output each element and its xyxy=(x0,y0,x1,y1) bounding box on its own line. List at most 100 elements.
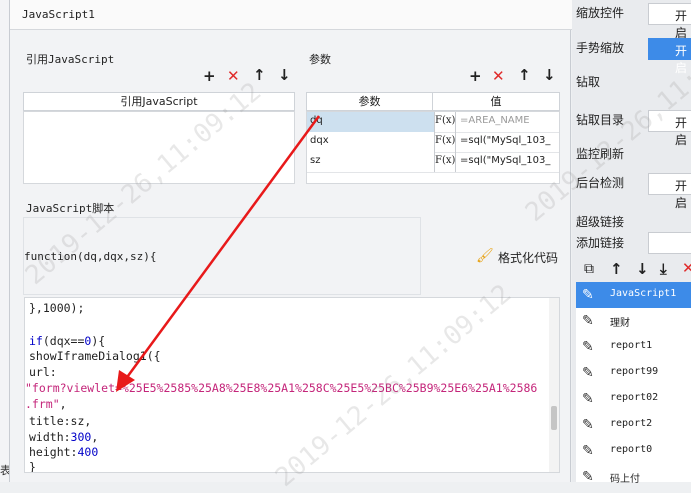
pencil-icon: ✎ xyxy=(582,443,594,459)
move-down-icon[interactable]: ↓ xyxy=(278,68,291,83)
dialog-titlebar: JavaScript1 xyxy=(10,0,572,30)
pencil-icon: ✎ xyxy=(582,469,594,485)
value-column-header: 值 xyxy=(432,92,560,111)
code-token: (dqx== xyxy=(42,334,85,348)
code-token: if xyxy=(29,334,43,348)
link-item[interactable]: ✎ report1 xyxy=(576,334,691,360)
code-line: },1000); xyxy=(29,301,84,315)
script-section-title: JavaScript脚本 xyxy=(26,202,115,215)
delete-icon[interactable]: ✕ xyxy=(227,69,240,84)
param-row[interactable]: dqx F(x) =sql("MySql_103_ xyxy=(307,132,559,153)
editor-scrollbar[interactable] xyxy=(549,298,559,472)
param-value-input[interactable]: =sql("MySql_103_ xyxy=(457,132,559,152)
code-token: title:sz, xyxy=(29,414,92,428)
code-line: if(dqx==0){ xyxy=(29,334,105,348)
code-line: url: xyxy=(29,365,57,379)
property-panel: 缩放控件 开启 手势缩放 开启 钻取 钻取目录 开启 监控刷新 后台检测 开启 … xyxy=(572,0,691,485)
code-line: .frm", xyxy=(25,397,67,411)
move-down-icon[interactable]: ↓ xyxy=(636,260,649,278)
link-item-label: 理财 xyxy=(610,318,630,329)
pencil-icon: ✎ xyxy=(582,287,594,303)
link-item[interactable]: ✎ 码上付 xyxy=(576,464,691,490)
code-token: } xyxy=(29,460,36,473)
code-token: width: xyxy=(29,430,71,444)
left-strip: 表 xyxy=(0,0,11,482)
ref-column-header: 引用JavaScript xyxy=(23,92,295,111)
formula-button[interactable]: F(x) xyxy=(434,132,456,152)
code-token: },1000); xyxy=(29,301,85,315)
param-value-input[interactable]: =sql("MySql_103_ xyxy=(457,152,559,172)
link-list: ✎ JavaScript1 ✎ 理财 ✎ report1 ✎ report99 ✎ report0… xyxy=(576,282,691,485)
link-item-label: report1 xyxy=(610,340,653,351)
param-row[interactable]: dq F(x) =AREA_NAME xyxy=(307,112,559,133)
code-token: ){ xyxy=(91,334,106,348)
code-line: title:sz, xyxy=(29,414,91,428)
monitor-refresh-label: 监控刷新 xyxy=(576,147,625,161)
param-column-header: 参数 xyxy=(306,92,433,111)
link-item-label: report0 xyxy=(610,444,653,455)
link-item-label: 码上付 xyxy=(610,474,640,485)
link-item-label: report99 xyxy=(610,366,659,377)
gesture-zoom-toggle[interactable]: 开启 xyxy=(648,38,691,75)
link-item[interactable]: ✎ report0 xyxy=(576,438,691,464)
code-token: url: xyxy=(29,365,57,379)
drill-dir-label: 钻取目录 xyxy=(576,113,625,127)
param-name-cell[interactable]: dqx xyxy=(307,132,434,152)
pencil-icon: ✎ xyxy=(582,417,594,433)
code-token: , xyxy=(91,430,99,444)
move-down-icon[interactable]: ↓ xyxy=(543,68,556,83)
code-token: 400 xyxy=(77,445,99,459)
gesture-zoom-label: 手势缩放 xyxy=(576,41,625,55)
add-icon[interactable]: + xyxy=(203,69,216,84)
code-token: .frm" xyxy=(25,397,60,411)
param-name-cell[interactable]: dq xyxy=(307,112,434,132)
link-item[interactable]: ✎ 理财 xyxy=(576,308,691,334)
add-link-label: 添加链接 xyxy=(576,236,625,250)
brush-icon: 🖌 xyxy=(476,248,494,264)
code-line: "form?viewlet=%25E5%2585%25A8%25E8%25A1%… xyxy=(25,381,537,395)
move-up-icon[interactable]: ↑ xyxy=(253,68,266,83)
link-item[interactable]: ✎ JavaScript1 xyxy=(576,282,691,308)
formula-button[interactable]: F(x) xyxy=(434,152,456,172)
code-token: showIframeDialog1({ xyxy=(29,349,161,363)
drill-label: 钻取 xyxy=(576,75,601,89)
javascript-dialog: JavaScript1 引用JavaScript + ✕ ↑ ↓ 引用JavaS… xyxy=(9,0,572,482)
param-row[interactable]: sz F(x) =sql("MySql_103_ xyxy=(307,152,559,173)
code-line: } xyxy=(29,460,36,473)
add-icon[interactable]: + xyxy=(469,69,482,84)
link-item-label: report2 xyxy=(610,418,653,429)
signature-area: function(dq,dqx,sz){ xyxy=(23,217,421,295)
param-value-input[interactable]: =AREA_NAME xyxy=(457,112,559,132)
bg-detect-toggle[interactable]: 开启 xyxy=(648,173,691,210)
delete-icon[interactable]: ✕ xyxy=(682,259,691,277)
bg-detect-label: 后台检测 xyxy=(576,176,625,190)
move-up-icon[interactable]: ↑ xyxy=(610,260,623,278)
link-item[interactable]: ✎ report2 xyxy=(576,412,691,438)
move-bottom-icon[interactable]: ⤓ xyxy=(660,260,667,278)
copy-icon[interactable]: ⧉ xyxy=(584,261,594,277)
move-up-icon[interactable]: ↑ xyxy=(518,68,531,83)
param-table: dq F(x) =AREA_NAME dqx F(x) =sql("MySql_103_ s… xyxy=(306,111,560,184)
code-editor[interactable]: },1000); if(dqx==0){showIframeDialog1({ u… xyxy=(24,297,560,473)
delete-icon[interactable]: ✕ xyxy=(492,69,505,84)
pencil-icon: ✎ xyxy=(582,313,594,329)
pencil-icon: ✎ xyxy=(582,365,594,381)
code-token: , xyxy=(59,397,67,411)
function-signature: function(dq,dqx,sz){ xyxy=(24,250,157,263)
link-item[interactable]: ✎ report02 xyxy=(576,386,691,412)
scrollbar-thumb[interactable] xyxy=(551,406,557,430)
drill-dir-toggle[interactable]: 开启 xyxy=(648,110,691,147)
add-link-dropdown[interactable] xyxy=(648,232,691,254)
ref-table[interactable] xyxy=(23,111,295,184)
link-item-label: report02 xyxy=(610,392,659,403)
link-item[interactable]: ✎ report99 xyxy=(576,360,691,386)
code-line: width:300, xyxy=(29,430,98,444)
link-item-label: JavaScript1 xyxy=(610,288,677,299)
ref-section-title: 引用JavaScript xyxy=(26,53,115,66)
formula-button[interactable]: F(x) xyxy=(434,112,456,132)
zoom-control-toggle[interactable]: 开启 xyxy=(648,3,691,40)
code-line: height:400 xyxy=(29,445,98,459)
param-name-cell[interactable]: sz xyxy=(307,152,434,172)
code-token: "form?viewlet=%25E5%2585%25A8%25E8%25A1%… xyxy=(25,381,538,395)
pencil-icon: ✎ xyxy=(582,339,594,355)
